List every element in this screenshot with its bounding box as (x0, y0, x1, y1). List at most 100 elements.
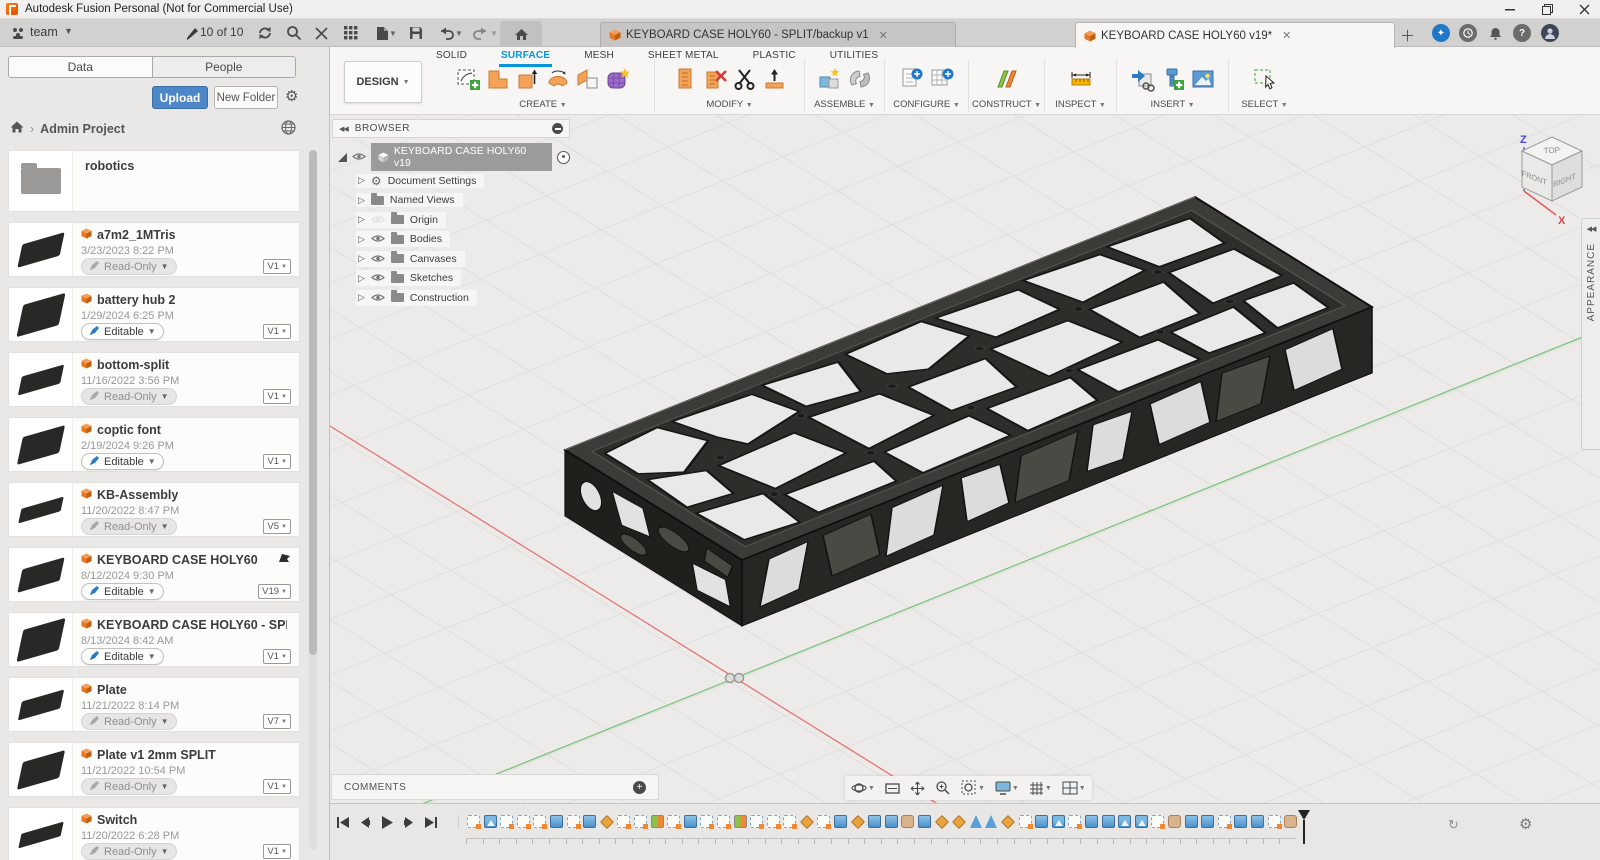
surface-extrude-icon[interactable] (515, 66, 541, 92)
timeline-feature-body-icon[interactable] (1085, 815, 1098, 828)
list-item[interactable]: coptic font 2/19/2024 9:26 PM Editable▼ … (8, 417, 300, 472)
new-folder-button[interactable]: New Folder (214, 86, 278, 109)
item-name[interactable]: Plate v1 2mm SPLIT (97, 748, 216, 762)
timeline-feature-body-icon[interactable] (1234, 815, 1247, 828)
timeline-feature-sketch-icon[interactable] (717, 815, 730, 828)
redo-caret-icon[interactable]: ▼ (490, 29, 498, 38)
item-version-dropdown[interactable]: V1▼ (263, 389, 291, 404)
item-name[interactable]: KEYBOARD CASE HOLY60 - SPLIT/ba... (97, 618, 287, 632)
measure-icon[interactable] (1068, 66, 1094, 92)
expand-caret-icon[interactable]: ▷ (358, 234, 365, 245)
timeline-feature-body-icon[interactable] (1251, 815, 1264, 828)
list-item[interactable]: bottom-split 11/16/2022 3:56 PM Read-Onl… (8, 352, 300, 407)
search-icon[interactable] (284, 23, 304, 43)
expand-panel-icon[interactable]: ◀◀ (1587, 225, 1596, 233)
timeline-feature-sketch-icon[interactable] (783, 815, 796, 828)
item-status-dropdown[interactable]: Read-Only▼ (81, 778, 177, 795)
timeline-feature-sketch-icon[interactable] (1218, 815, 1231, 828)
eye-icon[interactable] (371, 271, 385, 285)
help-icon[interactable]: ? (1513, 24, 1531, 42)
item-status-dropdown[interactable]: Editable▼ (81, 453, 164, 470)
revolve-icon[interactable] (545, 66, 571, 92)
expand-caret-icon[interactable]: ▷ (358, 195, 365, 206)
create-sketch-icon[interactable] (455, 66, 481, 92)
refresh-icon[interactable] (255, 23, 275, 43)
list-item-folder[interactable]: robotics (8, 150, 300, 212)
construct-plane-icon[interactable] (994, 66, 1020, 92)
home-button[interactable] (500, 21, 542, 47)
item-version-dropdown[interactable]: V1▼ (263, 454, 291, 469)
play-icon[interactable] (380, 815, 394, 830)
timeline-feature-sketch-icon[interactable] (750, 815, 763, 828)
timeline-feature-image-icon[interactable] (1135, 815, 1148, 828)
item-name[interactable]: a7m2_1MTris (97, 228, 176, 242)
expand-caret-icon[interactable]: ▷ (358, 273, 365, 284)
team-icon[interactable] (8, 23, 28, 43)
item-name[interactable]: Plate (97, 683, 127, 697)
insert-fastener-icon[interactable] (1160, 66, 1186, 92)
close-button[interactable] (1579, 4, 1590, 15)
timeline-feature-plane-icon[interactable] (734, 815, 747, 828)
notifications-bell-icon[interactable] (1486, 24, 1504, 42)
expand-caret-icon[interactable]: ▷ (358, 175, 365, 186)
eye-hidden-icon[interactable] (371, 213, 385, 227)
expand-caret-icon[interactable]: ▷ (358, 253, 365, 264)
timeline-feature-body-icon[interactable] (834, 815, 847, 828)
undo-icon[interactable] (436, 23, 456, 43)
new-component-icon[interactable] (817, 66, 843, 92)
timeline-ruler[interactable] (466, 838, 1296, 846)
expand-triangle-icon[interactable] (338, 153, 347, 162)
list-item[interactable]: Switch 11/20/2022 6:28 PM Read-Only▼ V1▼ (8, 807, 300, 860)
browser-node[interactable]: ▷Bodies (356, 230, 570, 250)
browser-node[interactable]: ▷Named Views (356, 191, 570, 211)
item-name[interactable]: battery hub 2 (97, 293, 176, 307)
document-tab-active[interactable]: KEYBOARD CASE HOLY60 v19* ✕ (1075, 22, 1395, 48)
data-panel-scrollbar-thumb[interactable] (309, 150, 317, 655)
timeline-feature-sketch-icon[interactable] (517, 815, 530, 828)
home-icon[interactable] (10, 121, 24, 136)
orbit-icon[interactable]: ▼ (851, 780, 875, 796)
timeline-feature-form-icon[interactable] (800, 814, 814, 828)
eye-icon[interactable] (371, 291, 385, 305)
timeline-feature-tri-icon[interactable] (970, 815, 982, 828)
browser-node[interactable]: ▷⚙Document Settings (356, 171, 570, 191)
tab-data[interactable]: Data (9, 57, 152, 77)
eye-icon[interactable] (371, 232, 385, 246)
go-to-start-icon[interactable] (336, 816, 350, 829)
item-version-dropdown[interactable]: V1▼ (263, 844, 291, 859)
timeline-feature-form-icon[interactable] (600, 814, 614, 828)
minimize-button[interactable] (1505, 4, 1516, 15)
timeline-feature-sketch-icon[interactable] (667, 815, 680, 828)
timeline-feature-sketch-icon[interactable] (1019, 815, 1032, 828)
select-icon[interactable] (1252, 66, 1278, 92)
eye-icon[interactable] (352, 150, 366, 164)
trim-icon[interactable] (732, 66, 758, 92)
press-pull-icon[interactable] (672, 66, 698, 92)
save-icon[interactable] (406, 23, 426, 43)
browser-node[interactable]: ▷Canvases (356, 249, 570, 269)
browser-node[interactable]: ▷Origin (356, 210, 570, 230)
timeline-feature-sketch-icon[interactable] (700, 815, 713, 828)
loft-icon[interactable] (575, 66, 601, 92)
fit-icon[interactable]: ▼ (961, 780, 985, 796)
tab-close-icon[interactable]: ✕ (1282, 29, 1291, 42)
document-tab-inactive[interactable]: KEYBOARD CASE HOLY60 - SPLIT/backup v1 ✕ (600, 22, 956, 47)
user-avatar[interactable] (1541, 24, 1559, 42)
item-status-dropdown[interactable]: Editable▼ (81, 648, 164, 665)
timeline-feature-quilt-icon[interactable] (1168, 815, 1181, 828)
timeline-feature-body-icon[interactable] (1201, 815, 1214, 828)
activate-component-radio[interactable] (557, 151, 570, 164)
browser-header[interactable]: ◀◀ BROWSER (332, 119, 570, 138)
pan-icon[interactable] (910, 781, 925, 796)
extensions-icon[interactable]: ✦ (1432, 24, 1450, 42)
item-status-dropdown[interactable]: Editable▼ (81, 583, 164, 600)
insert-canvas-icon[interactable] (1190, 66, 1216, 92)
timeline-feature-quilt-icon[interactable] (901, 815, 914, 828)
timeline-refresh-icon[interactable]: ↻ (1448, 817, 1459, 833)
eye-icon[interactable] (371, 252, 385, 266)
step-forward-icon[interactable] (403, 816, 415, 829)
timeline-feature-body-icon[interactable] (868, 815, 881, 828)
item-version-dropdown[interactable]: V1▼ (263, 649, 291, 664)
item-name[interactable]: coptic font (97, 423, 161, 437)
create-form-icon[interactable] (605, 66, 631, 92)
